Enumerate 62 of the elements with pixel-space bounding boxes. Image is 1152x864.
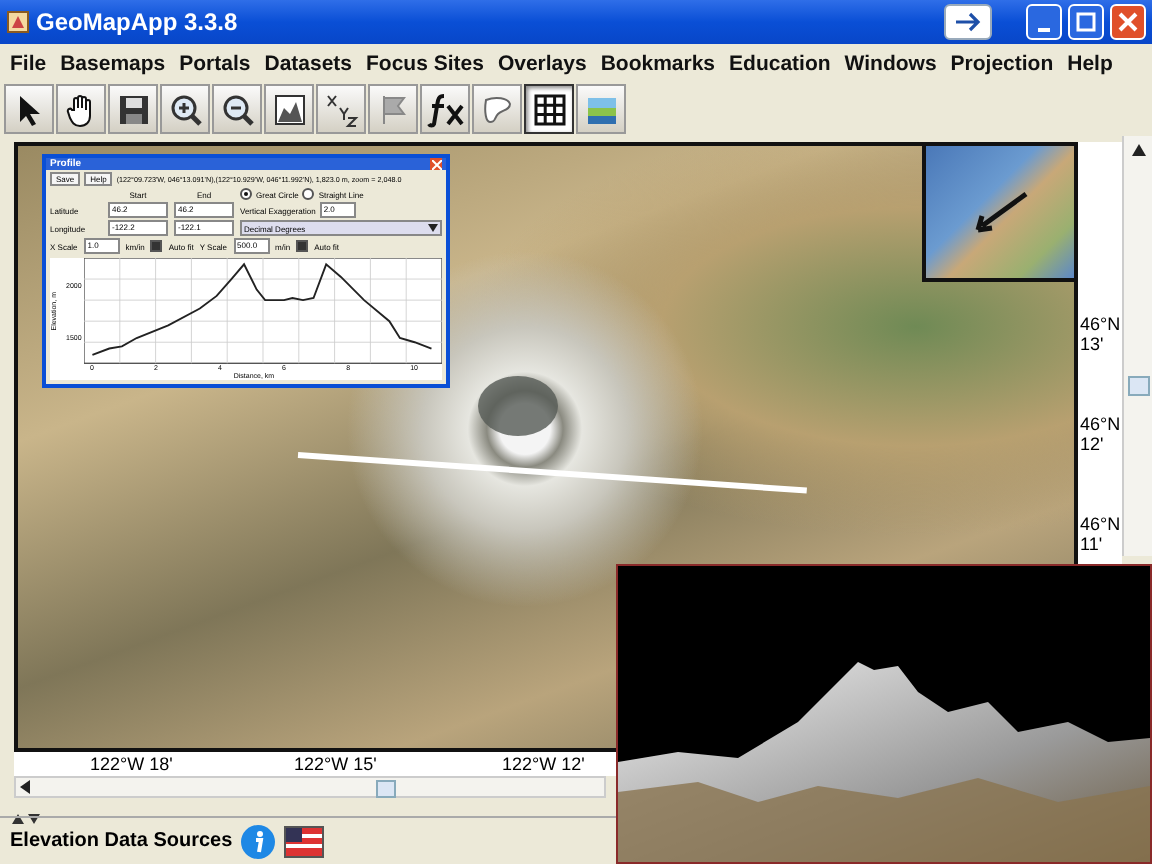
radio-button[interactable] bbox=[302, 188, 315, 201]
zoom-out-icon bbox=[219, 91, 255, 127]
menu-item[interactable]: Datasets bbox=[264, 51, 353, 75]
scroll-up-icon bbox=[1131, 144, 1145, 156]
close-button[interactable] bbox=[1110, 4, 1146, 40]
menu-item[interactable]: Portals bbox=[179, 51, 251, 75]
menu-item[interactable]: File bbox=[10, 51, 47, 75]
app-icon bbox=[6, 10, 30, 34]
vertical-scrollbar[interactable] bbox=[1122, 136, 1152, 556]
maximize-icon bbox=[1076, 12, 1096, 32]
checkbox[interactable] bbox=[150, 240, 163, 253]
status-label: Elevation Data Sources bbox=[10, 830, 233, 852]
location-arrow-icon bbox=[970, 190, 1030, 234]
toolbar-button[interactable] bbox=[264, 84, 314, 134]
toolbar-button[interactable] bbox=[316, 84, 366, 134]
info-icon[interactable] bbox=[240, 823, 277, 859]
latitude-label: 46°N 11' bbox=[1080, 514, 1121, 554]
scroll-thumb[interactable] bbox=[1128, 376, 1150, 396]
toolbar-button[interactable] bbox=[108, 84, 158, 134]
toolbar-button[interactable] bbox=[524, 84, 574, 134]
menu-item[interactable]: Education bbox=[729, 51, 831, 75]
caret-icon bbox=[428, 224, 438, 233]
longitude-label: 122°W 18' bbox=[90, 754, 173, 775]
longitude-label: 122°W 15' bbox=[294, 754, 377, 775]
chart-icon bbox=[271, 91, 307, 127]
latitude-label: 46°N 12' bbox=[1080, 414, 1121, 454]
longitude-label: 122°W 12' bbox=[502, 754, 585, 775]
horizontal-scrollbar[interactable] bbox=[14, 776, 606, 798]
grid-icon bbox=[531, 91, 567, 127]
toolbar-button[interactable] bbox=[4, 84, 54, 134]
menu-item[interactable]: Overlays bbox=[497, 51, 587, 75]
close-icon bbox=[1118, 12, 1138, 32]
window-title: GeoMapApp 3.3.8 bbox=[36, 8, 238, 36]
xyz-icon bbox=[323, 91, 359, 127]
minimize-icon bbox=[1038, 28, 1050, 32]
scroll-thumb[interactable] bbox=[376, 780, 396, 799]
minimize-button[interactable] bbox=[1026, 4, 1062, 40]
arrow-button[interactable] bbox=[944, 4, 992, 40]
checkbox[interactable] bbox=[296, 240, 309, 253]
toolbar-button[interactable] bbox=[420, 84, 470, 134]
toolbar-button[interactable] bbox=[212, 84, 262, 134]
menu-item[interactable]: Projection bbox=[950, 51, 1054, 75]
maximize-button[interactable] bbox=[1068, 4, 1104, 40]
menu-item[interactable]: Windows bbox=[844, 51, 937, 75]
zoom-in-icon bbox=[167, 91, 203, 127]
latitude-label: 46°N 13' bbox=[1080, 314, 1121, 354]
menu-item[interactable]: Focus Sites bbox=[366, 51, 484, 75]
flag-icon[interactable] bbox=[284, 825, 325, 857]
toolbar-button[interactable] bbox=[160, 84, 210, 134]
function-icon bbox=[425, 91, 465, 127]
radio-button[interactable] bbox=[240, 188, 252, 201]
arrow-right-icon bbox=[954, 12, 982, 32]
contour-icon bbox=[479, 91, 515, 127]
menu-item[interactable]: Help bbox=[1067, 51, 1113, 75]
scroll-left-icon bbox=[20, 780, 32, 795]
crater-shading bbox=[478, 376, 558, 436]
splitter-arrows-icon bbox=[12, 814, 44, 824]
close-button[interactable] bbox=[430, 158, 442, 171]
menu-item[interactable]: Bookmarks bbox=[600, 51, 716, 75]
menu-item[interactable]: Basemaps bbox=[60, 51, 166, 75]
close-icon bbox=[431, 159, 441, 170]
toolbar-button[interactable] bbox=[56, 84, 106, 134]
